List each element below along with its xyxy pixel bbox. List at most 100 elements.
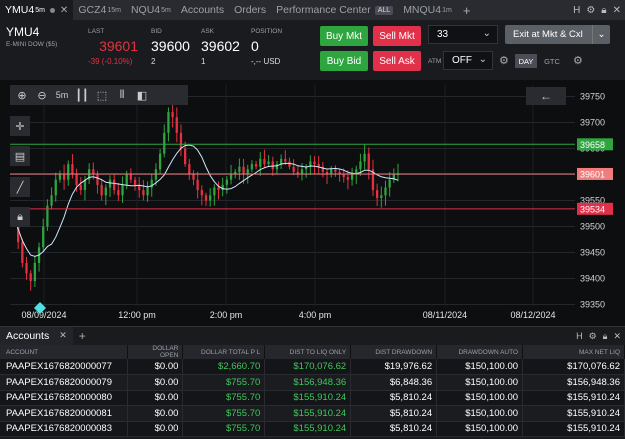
zoom-in-icon[interactable]: ⊕ <box>14 87 30 103</box>
h-icon[interactable]: H <box>573 5 580 16</box>
candle <box>62 174 66 180</box>
column-header[interactable]: DIST DRAWDOWN <box>350 345 438 359</box>
candle <box>204 195 208 201</box>
tab-label: Orders <box>234 4 267 16</box>
table-row[interactable]: PAAPEX1676820000079 $0.00 $755.70 $156,948.… <box>0 374 625 391</box>
candle <box>259 158 262 167</box>
tab-gcz4[interactable]: GCZ4 15m <box>73 0 126 20</box>
table-row[interactable]: PAAPEX1676820000080 $0.00 $755.70 $155,910.… <box>0 390 625 406</box>
chevron-down-icon[interactable]: ⌄ <box>592 25 610 44</box>
candle <box>100 184 103 196</box>
candle <box>200 190 203 196</box>
table-cell: PAAPEX1676820000079 <box>0 374 129 391</box>
table-cell: $5,810.24 <box>350 421 438 437</box>
tab-accounts[interactable]: Accounts <box>176 0 229 20</box>
tab-mnqu4[interactable]: MNQU4 1m <box>398 0 457 20</box>
table-cell: PAAPEX1676820000083 <box>0 421 129 437</box>
tif-day-button[interactable]: DAY <box>515 54 537 68</box>
table-cell: $150,100.00 <box>436 374 524 391</box>
table-cell: $170,076.62 <box>522 359 625 375</box>
tab-performance-center[interactable]: Performance Center ALL <box>271 0 398 20</box>
notes-icon[interactable]: ▤ <box>10 146 30 166</box>
table-row[interactable]: PAAPEX1676820000077 $0.00 $2,660.70 $170,07… <box>0 359 625 375</box>
zoom-out-icon[interactable]: ⊖ <box>34 87 50 103</box>
candle <box>113 179 116 191</box>
all-badge[interactable]: ALL <box>374 5 394 15</box>
add-tab-icon[interactable]: + <box>73 329 92 343</box>
candle <box>375 190 379 198</box>
crosshair-select-icon[interactable]: ⬚ <box>94 87 110 103</box>
tab-label: Accounts <box>180 4 225 16</box>
gear-icon[interactable]: ⚙ <box>586 5 595 16</box>
tif-gtc-button[interactable]: GTC <box>540 54 564 68</box>
candle <box>179 132 183 149</box>
tab-orders[interactable]: Orders <box>229 0 271 20</box>
column-header[interactable]: DRAWDOWN AUTO <box>436 345 524 359</box>
candle <box>104 187 107 196</box>
symbol-block: YMU4 E-MINI DOW ($5) <box>6 25 57 48</box>
candle <box>29 273 32 282</box>
candle <box>213 187 216 196</box>
column-header[interactable]: MAX NET LIQ <box>522 345 625 359</box>
draw-line-icon[interactable]: ╱ <box>10 177 30 197</box>
accounts-table: ACCOUNT DOLLAR OPEN DOLLAR TOTAL P L DIS… <box>0 345 625 437</box>
column-header[interactable]: DOLLAR OPEN <box>127 345 184 359</box>
tab-ymu4[interactable]: YMU4 5m ✕ <box>0 0 74 20</box>
buy-mkt-button[interactable]: Buy Mkt <box>320 26 368 46</box>
close-icon[interactable]: ✕ <box>613 5 621 16</box>
candle <box>192 174 195 180</box>
candle <box>334 169 337 172</box>
candle <box>367 153 370 170</box>
tab-nqu4[interactable]: NQU4 5m <box>126 0 176 20</box>
price-chart[interactable]: 3935039400394503950039550396003965039700… <box>0 80 625 326</box>
x-tick-label: 4:00 pm <box>299 310 332 320</box>
gear-icon[interactable]: ⚙ <box>573 54 583 67</box>
symbol-description: E-MINI DOW ($5) <box>6 41 58 48</box>
quantity-select[interactable]: 33 ⌄ <box>428 25 498 44</box>
back-arrow-icon[interactable]: ← <box>526 87 566 105</box>
add-tab-icon[interactable]: + <box>457 3 477 18</box>
column-header[interactable]: DOLLAR TOTAL P L <box>182 345 266 359</box>
bid-label: BID <box>151 28 162 35</box>
table-row[interactable]: PAAPEX1676820000081 $0.00 $755.70 $155,910.… <box>0 405 625 422</box>
sell-ask-button[interactable]: Sell Ask <box>373 51 421 71</box>
crosshair-icon[interactable]: ✛ <box>10 116 30 136</box>
close-icon[interactable]: ✕ <box>60 5 68 16</box>
template-icon[interactable]: ◧ <box>134 87 150 103</box>
table-cell: PAAPEX1676820000077 <box>0 359 129 375</box>
lock-icon[interactable]: 🔒︎ <box>603 331 608 342</box>
candle <box>154 169 158 180</box>
candle <box>133 179 137 185</box>
bar-type-icon[interactable]: ┃┃ <box>74 87 90 103</box>
table-cell: $5,810.24 <box>350 390 438 406</box>
table-cell: $155,910.24 <box>264 421 352 437</box>
chart-canvas[interactable]: 3935039400394503950039550396003965039700… <box>0 80 625 326</box>
column-header[interactable]: DIST TO LIQ ONLY <box>264 345 352 359</box>
h-icon[interactable]: H <box>576 331 583 341</box>
tab-accounts-panel[interactable]: Accounts ✕ <box>0 326 73 345</box>
y-tick-label: 39400 <box>580 274 605 284</box>
column-header[interactable]: ACCOUNT <box>0 345 129 359</box>
gear-icon[interactable]: ⚙ <box>589 331 597 342</box>
candle <box>79 184 82 191</box>
exit-at-mkt-button[interactable]: Exit at Mkt & Cxl ⌄ <box>505 25 610 44</box>
table-row[interactable]: PAAPEX1676820000083 $0.00 $755.70 $155,910.… <box>0 421 625 437</box>
close-icon[interactable]: ✕ <box>613 331 621 342</box>
table-cell: $2,660.70 <box>182 359 266 375</box>
close-icon[interactable]: ✕ <box>59 330 67 341</box>
gear-icon[interactable]: ⚙ <box>499 54 509 67</box>
buy-bid-button[interactable]: Buy Bid <box>320 51 368 71</box>
candle <box>275 164 279 170</box>
table-cell: $0.00 <box>127 374 184 391</box>
indicator-icon[interactable]: ⫴ <box>114 87 130 103</box>
interval-button[interactable]: 5m <box>54 87 70 103</box>
lock-drawing-icon[interactable]: 🔒︎ <box>10 207 30 227</box>
atm-select[interactable]: OFF ⌄ <box>443 51 493 70</box>
candle <box>183 148 187 165</box>
bid-block: BID 39600 2 <box>151 28 190 66</box>
lock-icon[interactable]: 🔒︎ <box>601 5 606 16</box>
sell-mkt-button[interactable]: Sell Mkt <box>373 26 421 46</box>
candle <box>50 195 53 206</box>
candle <box>388 179 391 188</box>
candle <box>196 179 199 191</box>
